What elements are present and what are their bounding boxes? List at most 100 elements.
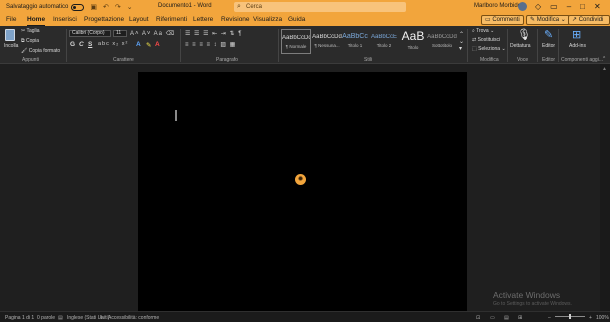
copy-button[interactable]: ⧉ Copia (21, 38, 39, 44)
autosave-label: Salvataggio automatico (6, 4, 69, 10)
proofing-icon[interactable]: ▤ (58, 315, 63, 321)
find-button[interactable]: ⌕ Trova ⌄ (472, 28, 494, 34)
font-group-label: Carattere (113, 57, 134, 63)
status-bar: Pagina 1 di 1 0 parole ▤ Inglese (Stati … (0, 311, 610, 322)
minimize-icon[interactable]: – (567, 2, 571, 11)
autosave-toggle[interactable] (71, 3, 85, 11)
text-effects-icon[interactable]: A (136, 41, 141, 48)
styles-group-label: Stili (364, 57, 373, 63)
format-painter-button[interactable]: 🖌 Copia formato (21, 48, 60, 54)
avatar[interactable] (518, 2, 527, 11)
tab-home[interactable]: Home (27, 16, 46, 26)
close-icon[interactable]: ✕ (594, 2, 601, 11)
undo-icon[interactable]: ↶ (103, 3, 109, 11)
menu-bar: File Home Inserisci Progettazione Layout… (0, 14, 610, 32)
bug-icon: ✹ (295, 174, 306, 185)
alignment-controls[interactable]: ≡ ≡ ≡ ≡ ↕ ▨ ▦ (185, 41, 236, 48)
comments-button[interactable]: ▭ Commenti (481, 15, 524, 25)
tab-review[interactable]: Revisione (221, 16, 250, 23)
dictate-button[interactable]: Dettatura (510, 43, 531, 49)
editor-button[interactable]: Editor (542, 43, 555, 49)
activation-watermark-title: Activate Windows (493, 290, 561, 300)
web-layout-icon[interactable]: ⊞ (518, 315, 522, 321)
addins-button[interactable]: Add-ins (569, 43, 586, 49)
tab-insert[interactable]: Inserisci (53, 16, 77, 23)
save-icon[interactable]: ▣ (90, 3, 97, 11)
ribbon-display-icon[interactable]: ▭ (550, 2, 558, 11)
microphone-icon[interactable]: 🎙 (517, 28, 531, 41)
maximize-icon[interactable]: □ (580, 2, 585, 11)
cut-button[interactable]: ✂ Taglia (21, 28, 40, 34)
highlight-icon[interactable]: ✎ (146, 41, 151, 49)
style-title[interactable]: AaB Titolo (398, 29, 428, 54)
style-heading-2[interactable]: AaBbCcE Titolo 2 (369, 29, 399, 54)
zoom-slider-thumb[interactable] (569, 314, 571, 319)
addins-group-label: Componenti aggi... (561, 57, 603, 63)
style-no-spacing[interactable]: AaBbCcDd ¶ Nessuna... (312, 29, 342, 54)
customize-chevron-icon[interactable]: ⌄ (127, 3, 133, 11)
style-heading-1[interactable]: AaBbCc Titolo 1 (340, 29, 370, 54)
tab-references[interactable]: Riferimenti (156, 16, 187, 23)
zoom-level[interactable]: 100% (596, 315, 609, 321)
replace-button[interactable]: ⇄ Sostituisci (472, 37, 500, 43)
separator (278, 29, 279, 62)
diamond-icon[interactable]: ◇ (535, 2, 541, 11)
separator (66, 29, 67, 62)
quick-access-toolbar: Salvataggio automatico ▣ ↶ ↷ ⌄ (6, 3, 133, 11)
scroll-up-icon[interactable]: ▲ (602, 66, 607, 72)
redo-icon[interactable]: ↷ (115, 3, 121, 11)
font-color-icon[interactable]: A (155, 41, 160, 48)
read-mode-icon[interactable]: ▭ (490, 315, 495, 321)
font-size-box[interactable]: 11 (113, 30, 127, 37)
ribbon: Incolla ✂ Taglia ⧉ Copia 🖌 Copia formato… (0, 26, 610, 64)
tab-mailings[interactable]: Lettere (193, 16, 213, 23)
list-controls[interactable]: ☰ ☰ ☰ ⇤ ⇥ ⇅ ¶ (185, 30, 242, 37)
zoom-in-icon[interactable]: + (589, 315, 592, 321)
search-box[interactable]: ⌕ Cerca (234, 2, 406, 12)
font-effects-row[interactable]: abc x₂ x² (98, 41, 128, 47)
underline-button[interactable]: S (88, 41, 92, 48)
select-button[interactable]: ⬚ Seleziona ⌄ (472, 46, 506, 52)
font-size-controls[interactable]: A˄ A˅ Aa ⌫ (130, 30, 175, 37)
addins-icon[interactable]: ⊞ (572, 28, 581, 41)
editor-group-label: Editor (542, 57, 556, 63)
paste-button[interactable]: Incolla (4, 43, 18, 49)
tab-help[interactable]: Guida (288, 16, 305, 23)
paragraph-group-label: Paragrafo (216, 57, 238, 63)
tab-view[interactable]: Visualizza (253, 16, 282, 23)
focus-mode-icon[interactable]: ⊡ (476, 315, 480, 321)
accessibility-status[interactable]: Accessibilità: conforme (108, 315, 159, 321)
document-page[interactable] (138, 72, 467, 311)
paste-icon[interactable] (5, 29, 15, 41)
collapse-ribbon-icon[interactable]: ⌃ (602, 56, 606, 62)
print-layout-icon[interactable]: ▤ (504, 315, 509, 321)
activation-watermark-subtitle: Go to Settings to activate Windows. (493, 301, 572, 307)
separator (558, 29, 559, 62)
separator (180, 29, 181, 62)
styles-scroll-icon[interactable]: ⌃ ⌄ ▾ (459, 31, 464, 52)
accessibility-icon: ♿ (100, 315, 105, 321)
tab-layout[interactable]: Layout (129, 16, 149, 23)
editor-icon[interactable]: ✎ (544, 28, 553, 41)
editing-mode-button[interactable]: ✎ Modifica ⌄ (526, 15, 570, 25)
separator (507, 29, 508, 62)
vertical-scrollbar[interactable] (600, 64, 610, 311)
share-button[interactable]: ↗ Condividi ⌄ (568, 15, 610, 32)
voice-group-label: Voce (517, 57, 529, 63)
word-count[interactable]: 0 parole (37, 315, 55, 321)
text-cursor (175, 110, 177, 121)
editing-group-label: Modifica (480, 57, 499, 63)
title-bar: Salvataggio automatico ▣ ↶ ↷ ⌄ Documento… (0, 0, 610, 14)
tab-design[interactable]: Progettazione (84, 16, 124, 23)
style-normal[interactable]: AaBbCcDd ¶ Normale (281, 29, 311, 54)
italic-button[interactable]: C (79, 41, 84, 48)
page-count[interactable]: Pagina 1 di 1 (5, 315, 34, 321)
font-name-box[interactable]: Calibri (Corpo) (69, 30, 111, 37)
search-placeholder: Cerca (246, 4, 263, 10)
bold-button[interactable]: G (70, 41, 75, 48)
tab-file[interactable]: File (6, 16, 16, 23)
style-subtitle[interactable]: AaBbCcDd Sottotitolo (427, 29, 457, 54)
document-title: Documento1 - Word (158, 3, 212, 9)
zoom-out-icon[interactable]: – (548, 315, 551, 321)
user-name[interactable]: Marlboro Morbide (474, 3, 521, 9)
